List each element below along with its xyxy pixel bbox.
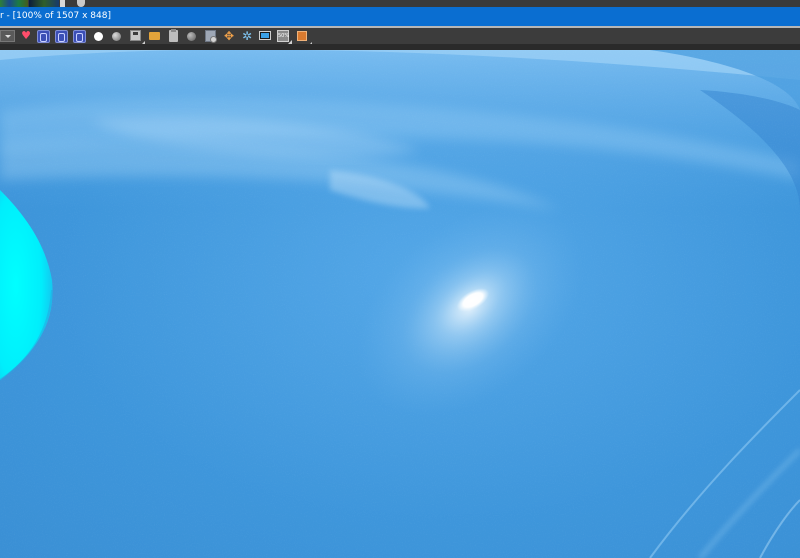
- save-icon[interactable]: [130, 30, 145, 45]
- title-bar: r - [100% of 1507 x 848]: [0, 7, 800, 26]
- toolbar: ♥ ✥ ✲ 50%: [0, 28, 800, 46]
- settings-doc-icon[interactable]: [205, 30, 217, 43]
- blue-channel-icon[interactable]: [73, 30, 86, 43]
- folder-icon[interactable]: [149, 32, 160, 40]
- monitor-icon[interactable]: [259, 31, 271, 40]
- render-viewport[interactable]: [0, 50, 800, 558]
- move-icon[interactable]: ✥: [222, 29, 236, 43]
- rendered-image: [0, 50, 800, 558]
- tab-dot-icon[interactable]: [77, 0, 85, 7]
- thumbnail-3[interactable]: [60, 0, 65, 7]
- sparkle-icon[interactable]: ✲: [240, 29, 254, 43]
- heart-icon[interactable]: ♥: [19, 29, 33, 43]
- sphere-icon[interactable]: [112, 32, 121, 41]
- white-circle-icon[interactable]: [94, 32, 103, 41]
- green-channel-icon[interactable]: [55, 30, 68, 43]
- red-channel-icon[interactable]: [37, 30, 50, 43]
- thumbnail-strip: [0, 0, 800, 7]
- thumbnail-2[interactable]: [29, 0, 59, 7]
- thumbnail-1[interactable]: [0, 0, 28, 7]
- clipboard-icon[interactable]: [169, 29, 178, 42]
- window-title: r - [100% of 1507 x 848]: [0, 11, 111, 21]
- render-window: r - [100% of 1507 x 848] ♥ ✥ ✲ 50%: [0, 0, 800, 558]
- channel-dropdown-icon[interactable]: [0, 30, 15, 42]
- render-sphere-icon[interactable]: [187, 32, 196, 41]
- layers-icon[interactable]: [297, 31, 312, 46]
